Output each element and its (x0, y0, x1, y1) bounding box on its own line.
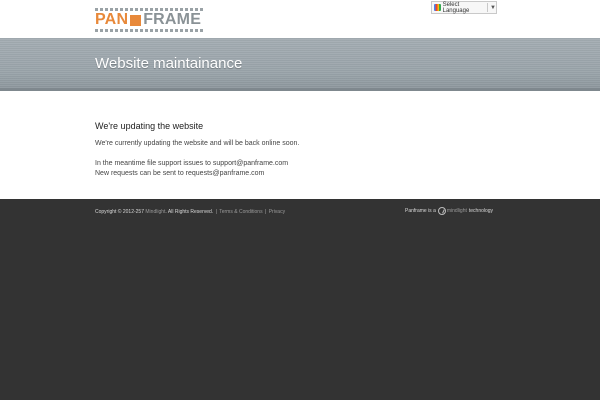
requests-line: New requests can be sent to requests@pan… (95, 170, 265, 177)
contact-info: In the meantime file support issues to s… (95, 159, 288, 179)
footer-separator: | (215, 209, 217, 215)
mindlight-brand-link[interactable]: mindlight (447, 208, 467, 214)
language-select-label: Select Language (442, 1, 470, 14)
logo-wordmark: PAN FRAME (95, 12, 203, 28)
language-select-divider (487, 3, 489, 12)
google-translate-icon (434, 4, 441, 11)
footer-separator: | (264, 209, 267, 215)
logo-word-frame: FRAME (143, 11, 202, 28)
chevron-down-icon: ▼ (490, 4, 496, 11)
tech-suffix: technology (468, 208, 494, 214)
footer-technology: Panframe is a mindlight technology (405, 207, 493, 215)
rights-text: . All Rights Reserved. (165, 209, 214, 215)
logo-film-strip-bottom (95, 29, 203, 32)
copyright-prefix: Copyright © 2012-257 (95, 209, 144, 215)
panframe-logo[interactable]: PAN FRAME (95, 8, 203, 32)
footer-copyright: Copyright © 2012-257 Mindlight. All Righ… (95, 209, 285, 215)
language-select[interactable]: Select Language ▼ (431, 1, 497, 14)
footer: Copyright © 2012-257 Mindlight. All Righ… (0, 199, 600, 400)
title-banner: Website maintainance (0, 38, 600, 91)
main-content: We're updating the website We're current… (0, 91, 600, 199)
page-title: Website maintainance (95, 55, 243, 72)
content-heading: We're updating the website (95, 121, 204, 131)
logo-word-pan: PAN (95, 11, 129, 28)
mindlight-logo-icon (437, 207, 446, 215)
status-message: We're currently updating the website and… (95, 140, 300, 147)
terms-link[interactable]: Terms & Conditions (219, 209, 262, 215)
logo-square-icon (130, 14, 142, 26)
support-line: In the meantime file support issues to s… (95, 160, 289, 167)
privacy-link[interactable]: Privacy (269, 209, 285, 215)
tech-prefix: Panframe is a (405, 208, 436, 214)
header: PAN FRAME Select Language ▼ (0, 0, 600, 38)
mindlight-link[interactable]: Mindlight (145, 209, 165, 215)
